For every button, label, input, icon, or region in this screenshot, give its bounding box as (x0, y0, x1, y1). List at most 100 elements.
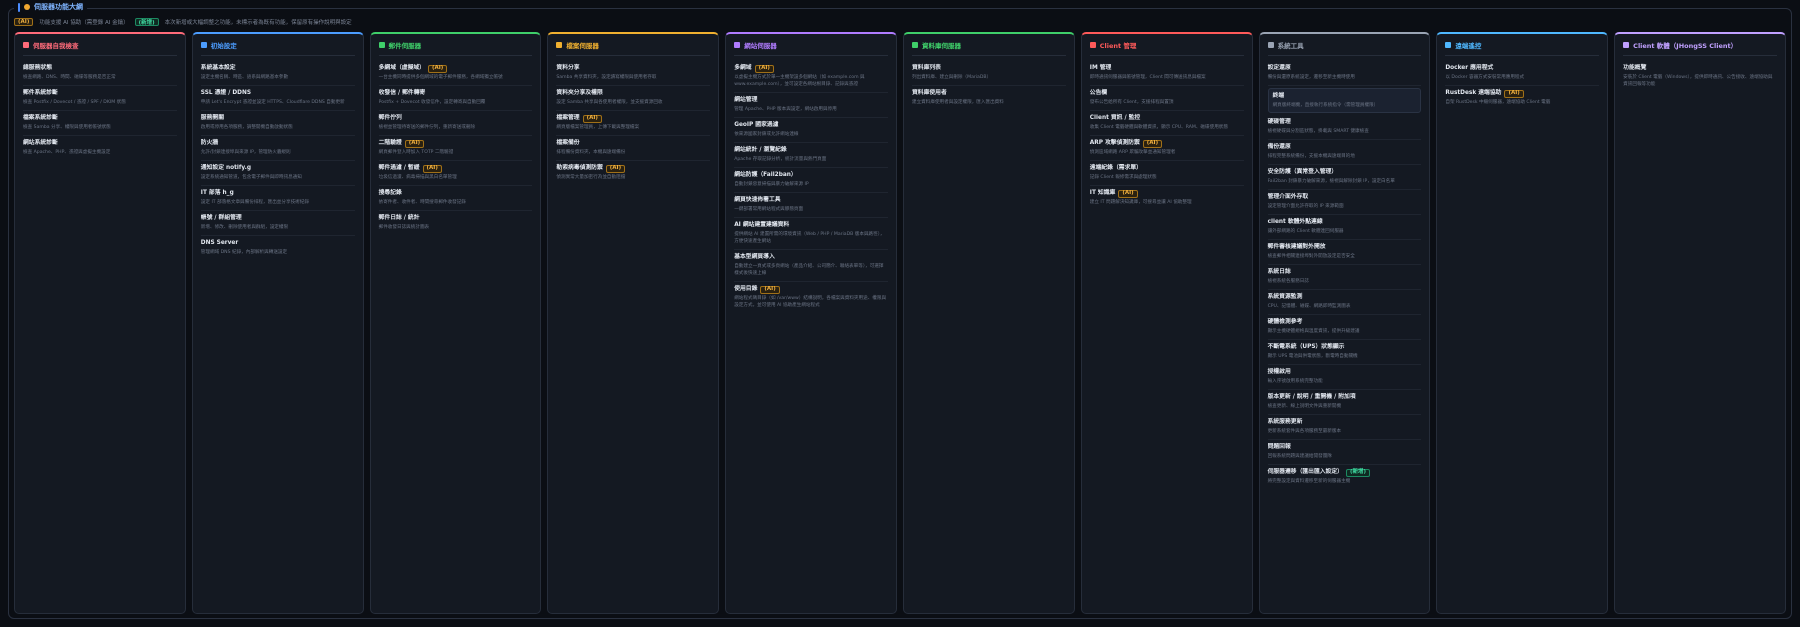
feature-item[interactable]: 硬碟管理 檢視硬碟與分割區狀態，掛載與 SMART 健康檢查 (1267, 115, 1422, 140)
feature-item[interactable]: 遠端紀錄（需求單） 記錄 Client 報修需求與處理狀態 (1089, 161, 1244, 186)
feature-item[interactable]: 收發信 / 郵件轉寄 Postfix + Dovecot 收發信件，設定轉寄與自動… (378, 86, 533, 111)
feature-description: 讓外部網路的 Client 軟體連回伺服器 (1267, 229, 1344, 234)
feature-item[interactable]: SSL 憑證 / DDNS 申請 Let's Encrypt 憑證並設定 HTTP… (200, 86, 355, 111)
feature-item[interactable]: AI 網站建置建議資料 提供網站 AI 建置所需的環境資訊（Web / PHP /… (734, 218, 888, 250)
feature-item[interactable]: 資料庫列表 列出資料庫、建立與刪除（MariaDB） (911, 61, 1066, 86)
feature-item[interactable]: 網站防護（Fail2ban） 自動封鎖惡意掃描與暴力破解來源 IP (734, 168, 888, 193)
feature-item[interactable]: 通知設定 notify.g 設定系統通知管道，包含電子郵件與即時訊息通知 (200, 161, 355, 186)
feature-item[interactable]: 服務開關 啟用或停用各項服務，調整開機自動啟動狀態 (200, 111, 355, 136)
feature-item[interactable]: 網站統計 / 瀏覽紀錄 Apache 存取記錄分析，統計流量與熱門頁面 (734, 143, 888, 168)
feature-description: 設定 Samba 共享與各使用者權限，並支援資源回收 (556, 100, 663, 105)
feature-item[interactable]: 資料分享 Samba 共享資料夾，設定讀寫權限與使用者存取 (556, 61, 711, 86)
remote-icon (1445, 42, 1452, 48)
feature-title-row: 功能概覽 (1623, 64, 1777, 73)
column-header: 遠端遙控 (1445, 40, 1600, 56)
feature-item[interactable]: 公告欄 發布公告給所有 Client，支援排程與置頂 (1089, 86, 1244, 111)
feature-item[interactable]: IT 部落 h_g 設定 IT 部落格文章與備份排程，匯出並分享技術紀錄 (200, 186, 355, 211)
page-title: 伺服器功能大綱 (14, 1, 87, 13)
feature-item[interactable]: 管理介面外存取 設定管理介面允許存取的 IP 來源範圍 (1267, 190, 1422, 215)
feature-item[interactable]: IM 管理 即時通訊伺服器與帳號管理，Client 間可傳送訊息與檔案 (1089, 61, 1244, 86)
feature-description: 收集 Client 電腦硬體與軟體資訊，顯示 CPU、RAM、磁碟使用狀態 (1089, 125, 1228, 130)
feature-item[interactable]: 資料庫使用者 建立資料庫使用者與設定權限，匯入匯出資料 (912, 86, 1066, 110)
feature-item[interactable]: 系統服務更新 更新系統套件與各項服務至最新版本 (1267, 415, 1422, 440)
feature-item[interactable]: 終端 網頁版終端機，直接執行系統指令（需管理員權限） (1267, 88, 1422, 113)
feature-item[interactable]: 系統基本設定 設定主機名稱、時區、語系與網路基本參數 (200, 61, 355, 86)
feature-column: 資料庫伺服器資料庫列表 列出資料庫、建立與刪除（MariaDB） 資料庫使用者 建立資… (902, 32, 1075, 614)
feature-description: 發布公告給所有 Client，支援排程與置頂 (1089, 100, 1174, 105)
feature-item[interactable]: 網站管理 管理 Apache、PHP 版本與設定，網站啟用與停用 (734, 93, 888, 118)
feature-title: 二階驗證 (378, 140, 402, 146)
feature-item[interactable]: 系統資源監測 CPU、記憶體、磁碟、網路即時監測圖表 (1267, 290, 1422, 315)
feature-item[interactable]: 使用目錄 (AI) 網站程式碼目錄（如 /var/www）結構說明，各檔案與資料夾用… (734, 282, 888, 313)
feature-item[interactable]: 帳號 / 群組管理 新增、修改、刪除使用者與群組，設定權限 (200, 211, 355, 236)
feature-title: 通知設定 notify.g (200, 165, 251, 171)
feature-description: 列出資料庫、建立與刪除（MariaDB） (911, 75, 992, 80)
feature-item[interactable]: 網頁快速佈署工具 一鍵部署常用網站程式與靜態頁面 (734, 193, 888, 218)
feature-title: 收發信 / 郵件轉寄 (378, 90, 426, 96)
feature-title: 系統資源監測 (1267, 294, 1303, 300)
feature-item[interactable]: 版本更新 / 說明 / 重開機 / 附加項 檢查更新、線上說明文件與重新開機 (1267, 390, 1422, 415)
feature-item[interactable]: 郵件日誌 / 統計 郵件收發日誌與統計圖表 (379, 211, 533, 235)
feature-title: 使用目錄 (734, 286, 758, 292)
feature-item[interactable]: IT 知識庫 (AI) 建立 IT 問題解決知識庫，可搜尋並讓 AI 協助整理 (1090, 186, 1244, 210)
feature-item[interactable]: 總服務狀態 檢查網路、DNS、時間、磁碟等服務是否正常 (23, 61, 177, 86)
feature-item[interactable]: 勒索病毒偵測防禦 (AI) 偵測異常大量加密行為並自動阻擋 (556, 161, 710, 185)
feature-item[interactable]: 安全防護（異常登入管理） Fail2ban 封鎖暴力破解來源，檢視與解除封鎖 IP… (1267, 165, 1422, 190)
feature-item[interactable]: Docker 應用程式以 Docker 容器方式安裝常用應用程式 (1445, 61, 1600, 86)
feature-item[interactable]: 授權啟用 輸入序號啟用系統完整功能 (1267, 365, 1422, 390)
feature-item[interactable]: 檔案備份 排程備份資料夾，本機與遠端備份 (556, 136, 711, 161)
feature-title: GeoIP 國家過濾 (734, 122, 779, 128)
feature-title: 總服務狀態 (23, 65, 52, 71)
feature-item[interactable]: 搜尋記錄 依寄件者、收件者、時間搜尋郵件收發記錄 (378, 186, 533, 211)
feature-title: 遠端紀錄（需求單） (1089, 165, 1142, 171)
feature-title: SSL 憑證 / DDNS (200, 90, 251, 96)
feature-title-row: 郵件審核建議對外開放 (1268, 243, 1422, 252)
feature-description: 更新系統套件與各項服務至最新版本 (1267, 429, 1342, 434)
feature-item[interactable]: 設定還原 備份與還原系統設定，遷移至新主機時使用 (1267, 61, 1422, 86)
feature-item[interactable]: 多網域（虛擬域） (AI) 一台主機同時提供多個網域的電子郵件服務，各網域獨立帳號 (378, 61, 533, 86)
feature-item[interactable]: 系統日誌檢視系統各服務日誌 (1267, 265, 1422, 290)
feature-item[interactable]: 多網域 (AI) 以虛擬主機方式於單一主機架設多個網站（如 example.com … (734, 61, 888, 93)
folder-icon (556, 42, 563, 48)
feature-item[interactable]: RustDesk 遠端協助 (AI) 自架 RustDesk 中繼伺服器，遠端協助 … (1445, 86, 1599, 110)
feature-item[interactable]: 郵件系統診斷 檢查 Postfix / Dovecot / 憑證 / SPF / … (23, 86, 177, 111)
feature-item[interactable]: 檔案系統診斷 檢查 Samba 分享、權限與使用者帳號狀態 (23, 111, 177, 136)
feature-item[interactable]: client 軟體外點連線讓外部網路的 Client 軟體連回伺服器 (1267, 215, 1422, 240)
feature-description: 自動封鎖惡意掃描與暴力破解來源 IP (734, 182, 809, 187)
feature-item[interactable]: DNS Server 管理網域 DNS 紀錄，內部解析與轉送設定 (201, 236, 355, 260)
feature-item[interactable]: GeoIP 國家過濾 依來源國家封鎖或允許網站連線 (734, 118, 888, 143)
feature-column: 初始設定 系統基本設定 設定主機名稱、時區、語系與網路基本參數 SSL 憑證 / DD… (191, 32, 364, 614)
feature-item[interactable]: Client 資訊 / 監控 收集 Client 電腦硬體與軟體資訊，顯示 CPU… (1089, 111, 1244, 136)
feature-title-row: 終端 (1273, 92, 1417, 101)
feature-item[interactable]: 問題回報 回報系統問題與建議給開發團隊 (1267, 440, 1422, 465)
feature-item[interactable]: 基本型網頁導入 自動建立一頁式或多頁網站（產品介紹、公司簡介、聯絡表單等），可選擇… (734, 250, 888, 282)
feature-title-row: client 軟體外點連線 (1268, 218, 1422, 227)
feature-item[interactable]: 資料夾分享及權限 設定 Samba 共享與各使用者權限，並支援資源回收 (556, 86, 711, 111)
column-title: 初始設定 (210, 42, 237, 50)
column-title: 檔案伺服器 (566, 42, 599, 50)
column-header: 資料庫伺服器 (911, 40, 1066, 56)
feature-item[interactable]: 網站系統診斷 檢查 Apache、PHP、憑證與虛擬主機設定 (23, 136, 177, 160)
feature-item[interactable]: 郵件審核建議對外開放 檢查郵件相關連接埠對外開放設定是否安全 (1267, 240, 1422, 265)
feature-item[interactable]: 伺服器遷移（匯出匯入設定） (新增) 將完整設定與資料遷移至新的伺服器主機 (1268, 465, 1422, 489)
feature-item[interactable]: 硬體檢測參考 顯示主機硬體規格與溫度資訊，提供升級建議 (1267, 315, 1422, 340)
feature-item[interactable]: 防火牆 允許/封鎖連接埠與來源 IP，管理防火牆規則 (200, 136, 355, 161)
feature-description: 新增、修改、刪除使用者與群組，設定權限 (200, 225, 289, 230)
feature-title-row: 多網域 (AI) (734, 64, 888, 73)
feature-item[interactable]: 功能概覽 安裝於 Client 電腦（Windows），提供即時通訊、公告接收、遠… (1623, 61, 1777, 92)
feature-item[interactable]: 郵件佇列 檢視並管理待寄送的郵件佇列，重新寄送或刪除 (378, 111, 533, 136)
feature-item[interactable]: 備份還原 排程完整系統備份，支援本機與遠端目的地 (1267, 140, 1422, 165)
ai-badge: (AI) (582, 114, 602, 123)
feature-item[interactable]: 檔案管理 (AI) 網頁版檔案管理員，上傳下載與整理檔案 (556, 111, 711, 136)
feature-item[interactable]: ARP 攻擊偵測防禦 (AI) 偵測區域網路 ARP 欺騙攻擊並通知管理者 (1089, 136, 1244, 161)
feature-item[interactable]: 郵件過濾 / 暫緩 (AI) 垃圾信過濾、病毒掃描與黑白名單管理 (378, 161, 533, 186)
feature-title: 多網域（虛擬域） (378, 65, 425, 71)
feature-description: 以虛擬主機方式於單一主機架設多個網站（如 example.com 與 www.e… (734, 75, 865, 87)
feature-title: 郵件系統診斷 (23, 90, 58, 96)
feature-description: 檢視系統各服務日誌 (1267, 279, 1309, 284)
feature-description: 即時通訊伺服器與帳號管理，Client 間可傳送訊息與檔案 (1089, 75, 1206, 80)
feature-title: 網站防護（Fail2ban） (734, 172, 797, 178)
feature-title: 系統日誌 (1267, 269, 1291, 275)
feature-item[interactable]: 不斷電系統（UPS）狀態顯示 顯示 UPS 電池與供電狀態，斷電時自動關機 (1267, 340, 1422, 365)
feature-item[interactable]: 二階驗證 (AI) 網頁郵件登入時加入 TOTP 二階驗證 (378, 136, 533, 161)
